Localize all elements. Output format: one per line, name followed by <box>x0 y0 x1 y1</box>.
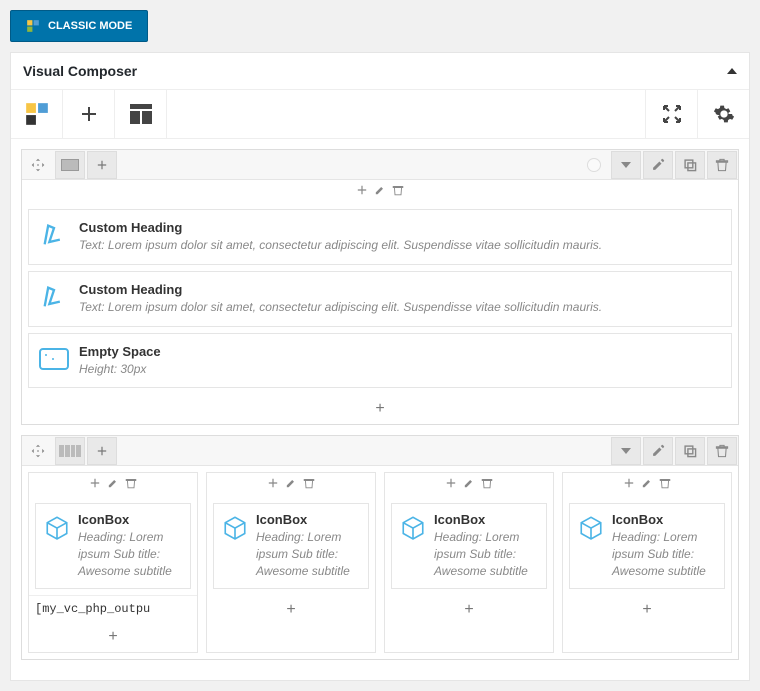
collapse-icon[interactable] <box>727 68 737 74</box>
row-1: Custom Heading Text: Lorem ipsum dolor s… <box>21 149 739 425</box>
fullscreen-icon <box>662 104 682 124</box>
move-row-handle[interactable] <box>23 151 53 179</box>
row-layout-4col[interactable] <box>55 437 85 465</box>
clone-row-button[interactable] <box>675 437 705 465</box>
col-edit-button[interactable] <box>285 477 297 489</box>
row-layout-1col[interactable] <box>55 151 85 179</box>
col-add-button[interactable] <box>623 477 635 489</box>
settings-button[interactable] <box>697 90 749 138</box>
delete-row-button[interactable] <box>707 151 737 179</box>
add-column-button[interactable] <box>87 437 117 465</box>
element-iconbox[interactable]: IconBox Heading: Lorem ipsum Sub title: … <box>213 503 369 588</box>
template-icon <box>130 104 152 124</box>
clone-row-button[interactable] <box>675 151 705 179</box>
box-icon <box>576 512 606 542</box>
heading-icon <box>39 220 69 250</box>
column-4: IconBox Heading: Lorem ipsum Sub title: … <box>562 472 732 652</box>
panel-title: Visual Composer <box>23 63 137 79</box>
move-icon <box>31 158 45 172</box>
element-subtitle: Heading: Lorem ipsum Sub title: Awesome … <box>78 529 182 579</box>
add-element-button[interactable] <box>63 90 115 138</box>
col-edit-button[interactable] <box>463 477 475 489</box>
delete-row-button[interactable] <box>707 437 737 465</box>
row-dropdown-button[interactable] <box>611 437 641 465</box>
element-title: Custom Heading <box>79 220 721 235</box>
col-delete-button[interactable] <box>303 477 315 489</box>
element-iconbox[interactable]: IconBox Heading: Lorem ipsum Sub title: … <box>35 503 191 588</box>
heading-icon <box>39 282 69 312</box>
col-delete-button[interactable] <box>481 477 493 489</box>
vc-logo-icon <box>24 101 50 127</box>
visual-composer-panel: Visual Composer <box>10 52 750 681</box>
layout-1col-icon <box>61 159 79 171</box>
row-2: IconBox Heading: Lorem ipsum Sub title: … <box>21 435 739 659</box>
col-delete-button[interactable] <box>659 477 671 489</box>
element-empty-space[interactable]: Empty Space Height: 30px <box>28 333 732 389</box>
add-element-plus[interactable]: + <box>563 595 731 625</box>
layout-4col-icon <box>59 445 81 457</box>
plus-icon <box>79 104 99 124</box>
col-add-button[interactable] <box>267 477 279 489</box>
plus-icon <box>96 159 108 171</box>
element-title: Custom Heading <box>79 282 721 297</box>
element-subtitle: Text: Lorem ipsum dolor sit amet, consec… <box>79 237 721 254</box>
vc-logo-icon <box>26 19 40 33</box>
element-custom-heading-1[interactable]: Custom Heading Text: Lorem ipsum dolor s… <box>28 209 732 265</box>
col-edit-button[interactable] <box>641 477 653 489</box>
element-subtitle: Height: 30px <box>79 361 721 378</box>
row-status-dot <box>579 151 609 179</box>
add-element-plus[interactable]: + <box>22 394 738 424</box>
col-delete-button[interactable] <box>125 477 137 489</box>
col-add-button[interactable] <box>356 184 368 196</box>
element-custom-heading-2[interactable]: Custom Heading Text: Lorem ipsum dolor s… <box>28 271 732 327</box>
vc-logo-button[interactable] <box>11 90 63 138</box>
row-dropdown-button[interactable] <box>611 151 641 179</box>
element-title: IconBox <box>78 512 182 527</box>
element-subtitle: Heading: Lorem ipsum Sub title: Awesome … <box>612 529 716 579</box>
edit-row-button[interactable] <box>643 151 673 179</box>
add-element-plus[interactable]: + <box>385 595 553 625</box>
gear-icon <box>713 103 735 125</box>
element-title: IconBox <box>256 512 360 527</box>
panel-header: Visual Composer <box>11 53 749 90</box>
col-edit-button[interactable] <box>374 184 386 196</box>
main-toolbar <box>11 90 749 139</box>
box-icon <box>220 512 250 542</box>
element-subtitle: Text: Lorem ipsum dolor sit amet, consec… <box>79 299 721 316</box>
empty-space-icon <box>39 344 69 374</box>
col-delete-button[interactable] <box>392 184 404 196</box>
trash-icon <box>715 158 729 172</box>
element-title: IconBox <box>612 512 716 527</box>
element-iconbox[interactable]: IconBox Heading: Lorem ipsum Sub title: … <box>569 503 725 588</box>
box-icon <box>398 512 428 542</box>
col-add-button[interactable] <box>445 477 457 489</box>
element-title: IconBox <box>434 512 538 527</box>
templates-button[interactable] <box>115 90 167 138</box>
element-title: Empty Space <box>79 344 721 359</box>
element-subtitle: Heading: Lorem ipsum Sub title: Awesome … <box>434 529 538 579</box>
box-icon <box>42 512 72 542</box>
shortcode-text[interactable]: [my_vc_php_outpu <box>29 595 197 622</box>
move-row-handle[interactable] <box>23 437 53 465</box>
element-subtitle: Heading: Lorem ipsum Sub title: Awesome … <box>256 529 360 579</box>
pencil-icon <box>651 158 665 172</box>
column-2: IconBox Heading: Lorem ipsum Sub title: … <box>206 472 376 652</box>
col-add-button[interactable] <box>89 477 101 489</box>
fullscreen-button[interactable] <box>645 90 697 138</box>
add-column-button[interactable] <box>87 151 117 179</box>
classic-mode-button[interactable]: CLASSIC MODE <box>10 10 148 42</box>
edit-row-button[interactable] <box>643 437 673 465</box>
column-1: IconBox Heading: Lorem ipsum Sub title: … <box>28 472 198 652</box>
chevron-down-icon <box>621 162 631 168</box>
column-3: IconBox Heading: Lorem ipsum Sub title: … <box>384 472 554 652</box>
col-edit-button[interactable] <box>107 477 119 489</box>
classic-mode-label: CLASSIC MODE <box>48 20 132 32</box>
add-element-plus[interactable]: + <box>207 595 375 625</box>
clone-icon <box>683 158 697 172</box>
element-iconbox[interactable]: IconBox Heading: Lorem ipsum Sub title: … <box>391 503 547 588</box>
